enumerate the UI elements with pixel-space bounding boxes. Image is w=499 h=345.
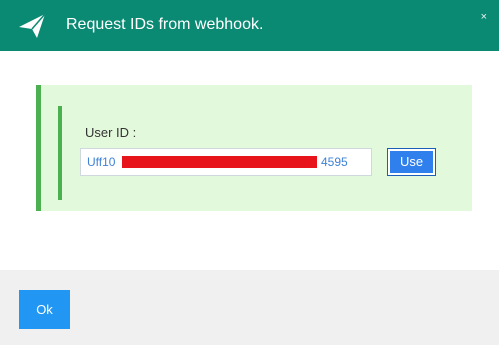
- redaction-bar: [122, 156, 317, 168]
- dialog-header: Request IDs from webhook. ×: [0, 0, 499, 51]
- webhook-dialog: Request IDs from webhook. × User ID : Uf…: [0, 0, 499, 345]
- use-button[interactable]: Use: [387, 148, 436, 176]
- dialog-title: Request IDs from webhook.: [66, 16, 264, 33]
- close-button[interactable]: ×: [481, 12, 487, 23]
- user-id-suffix: 4595: [321, 155, 348, 169]
- dialog-footer: Ok: [0, 270, 499, 345]
- user-id-field[interactable]: Uff10 4595: [80, 148, 372, 176]
- user-id-label: User ID :: [85, 125, 137, 140]
- ok-button[interactable]: Ok: [19, 290, 70, 329]
- paper-plane-icon: [16, 10, 48, 42]
- user-id-prefix: Uff10: [87, 155, 116, 169]
